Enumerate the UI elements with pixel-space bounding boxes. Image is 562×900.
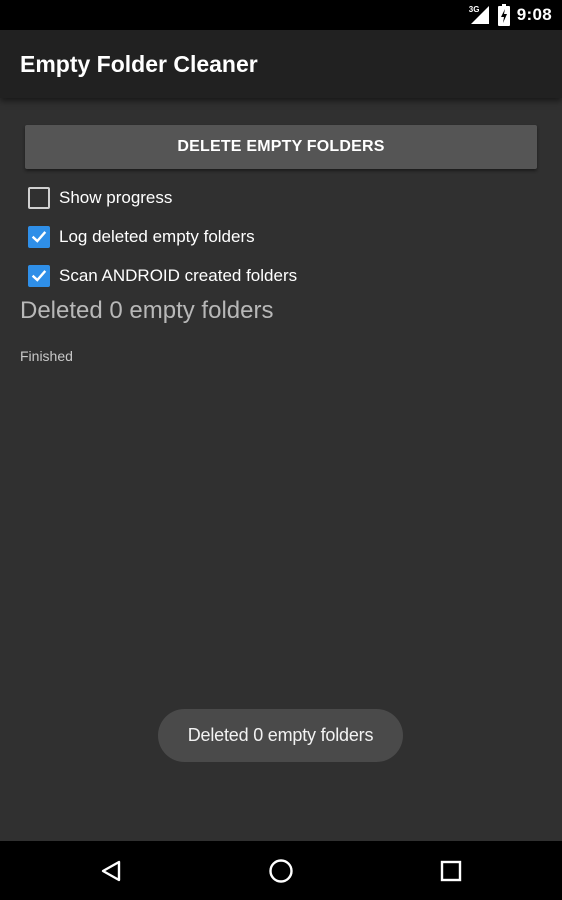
log-deleted-checkbox[interactable]: Log deleted empty folders — [28, 225, 255, 249]
toast-message: Deleted 0 empty folders — [187, 725, 374, 745]
checkbox-checked-icon[interactable] — [28, 226, 50, 248]
back-button[interactable] — [71, 841, 151, 900]
recents-button[interactable] — [411, 841, 491, 900]
home-circle-icon[interactable] — [268, 858, 294, 884]
scan-android-label[interactable]: Scan ANDROID created folders — [59, 266, 297, 286]
delete-empty-folders-button[interactable]: DELETE EMPTY FOLDERS — [25, 125, 537, 169]
scan-android-checkbox[interactable]: Scan ANDROID created folders — [28, 264, 297, 288]
checkbox-unchecked-icon[interactable] — [28, 187, 50, 209]
checkbox-checked-icon[interactable] — [28, 265, 50, 287]
navigation-bar — [0, 841, 562, 900]
back-triangle-icon[interactable] — [99, 859, 123, 883]
status-text: Finished — [20, 348, 73, 364]
clock: 9:08 — [516, 5, 552, 24]
show-progress-label[interactable]: Show progress — [59, 188, 172, 208]
app-title: Empty Folder Cleaner — [20, 51, 258, 77]
result-heading: Deleted 0 empty folders — [20, 297, 274, 324]
battery-charging-icon — [497, 4, 510, 26]
recents-square-icon[interactable] — [440, 860, 462, 882]
log-deleted-label[interactable]: Log deleted empty folders — [59, 227, 255, 247]
action-bar: Empty Folder Cleaner — [0, 30, 562, 98]
status-bar: 3G 9:08 — [0, 0, 562, 30]
home-button[interactable] — [241, 841, 321, 900]
show-progress-checkbox[interactable]: Show progress — [28, 186, 172, 210]
status-icons: 3G 9:08 — [469, 0, 552, 30]
toast: Deleted 0 empty folders — [158, 709, 403, 762]
cell-signal-icon: 3G — [469, 4, 491, 26]
